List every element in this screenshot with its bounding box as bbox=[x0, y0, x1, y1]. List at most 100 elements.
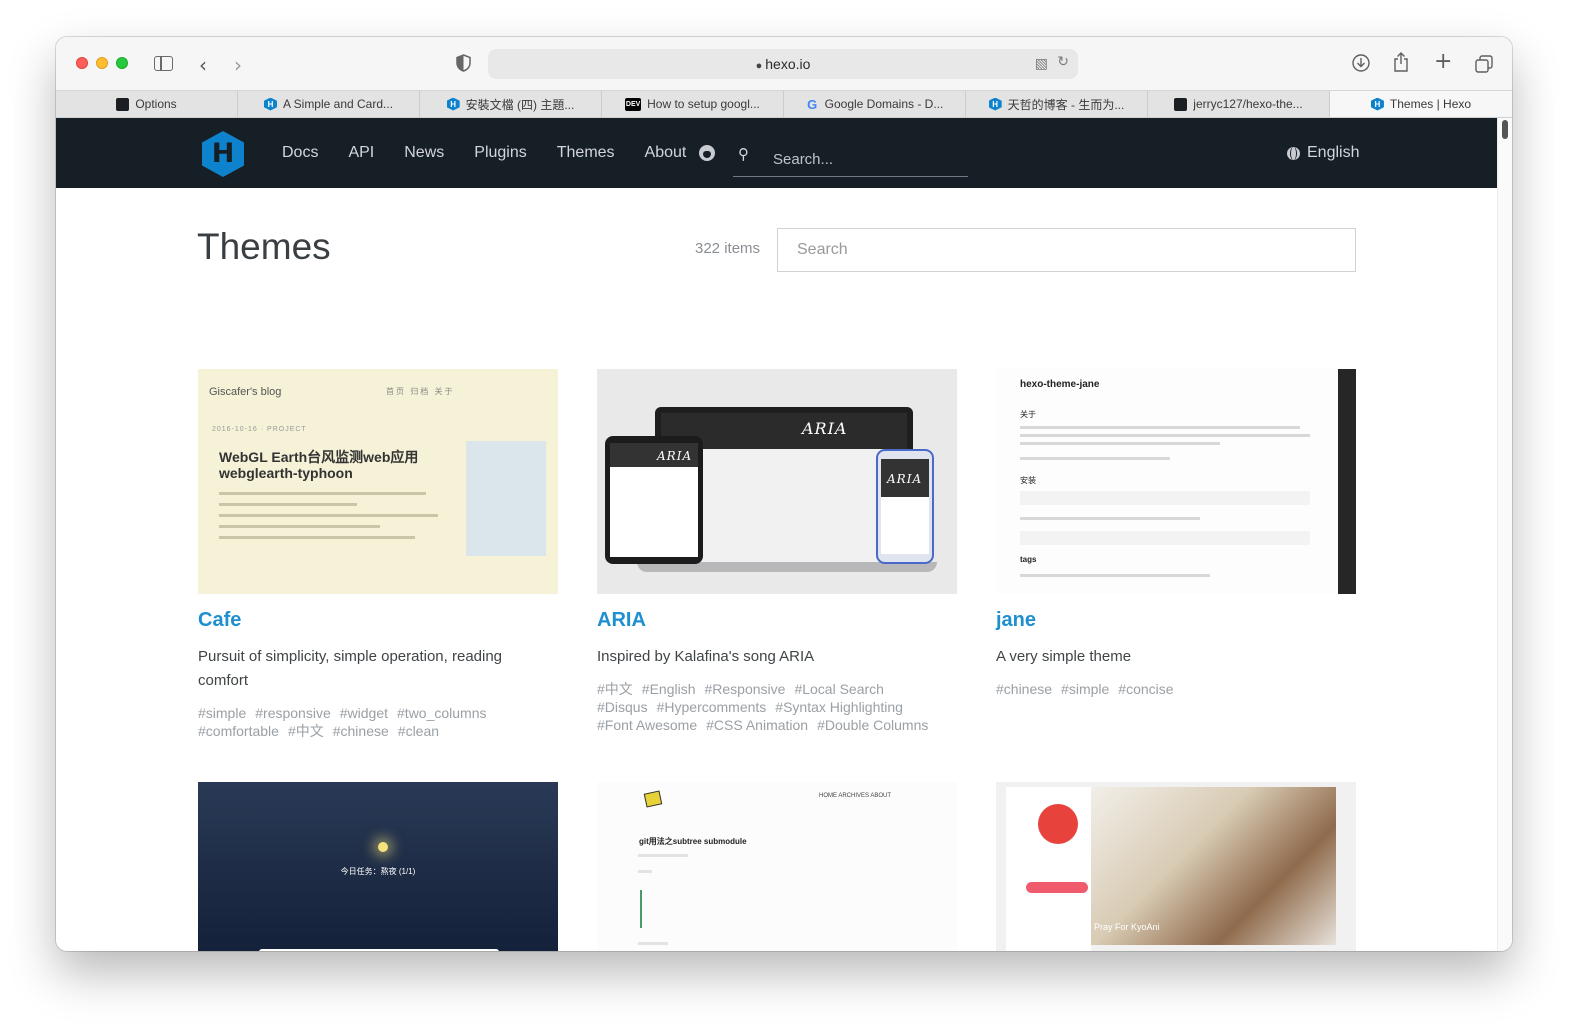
items-count: 322 items bbox=[695, 240, 761, 257]
share-icon[interactable] bbox=[1393, 52, 1409, 72]
google-icon: G bbox=[807, 96, 818, 112]
tag[interactable]: #simple bbox=[198, 705, 246, 721]
preview-quote bbox=[640, 890, 900, 928]
tag[interactable]: #two_columns bbox=[397, 705, 487, 721]
theme-preview-image[interactable]: 今日任务：熬夜 (1/1) bbox=[198, 782, 558, 951]
preview-logo: ARIA bbox=[657, 449, 693, 463]
tag[interactable]: #English bbox=[642, 681, 696, 697]
address-bar[interactable]: ● hexo.io ▧ ↻ bbox=[488, 49, 1078, 79]
tab-label: Themes | Hexo bbox=[1389, 97, 1472, 111]
preview-text: 今日任务：熬夜 (1/1) bbox=[340, 867, 416, 876]
tag[interactable]: #chinese bbox=[333, 723, 389, 739]
theme-description: A very simple theme bbox=[996, 648, 1132, 665]
main-nav: Docs API News Plugins Themes About bbox=[282, 144, 716, 162]
hexo-icon: H bbox=[263, 97, 277, 111]
theme-name[interactable]: jane bbox=[996, 609, 1356, 632]
tag[interactable]: #clean bbox=[398, 723, 439, 739]
tag[interactable]: #simple bbox=[1061, 681, 1109, 697]
nav-plugins[interactable]: Plugins bbox=[474, 144, 526, 162]
tag[interactable]: #Disqus bbox=[597, 699, 648, 715]
tag[interactable]: #Syntax Highlighting bbox=[775, 699, 903, 715]
preview-post-title: WebGL Earth台风监测web应用 webglearth-typhoon bbox=[219, 449, 419, 481]
theme-preview-image[interactable]: hexo-theme-jane 关于 安装 tags bbox=[996, 369, 1356, 594]
header-search-input[interactable] bbox=[773, 148, 963, 170]
nav-themes[interactable]: Themes bbox=[557, 144, 615, 162]
reload-icon[interactable]: ↻ bbox=[1057, 54, 1069, 70]
tab-options[interactable]: Options bbox=[56, 91, 238, 117]
sidebar-toggle-icon[interactable] bbox=[154, 56, 173, 71]
theme-tags: #中文 #English #Responsive #Local Search #Dis… bbox=[597, 680, 942, 734]
nav-docs[interactable]: Docs bbox=[282, 144, 318, 162]
lock-icon: ● bbox=[755, 60, 763, 72]
tag[interactable]: #chinese bbox=[996, 681, 1052, 697]
preview-section: tags bbox=[1020, 555, 1037, 564]
tag[interactable]: #responsive bbox=[255, 705, 331, 721]
downloads-icon[interactable] bbox=[1352, 54, 1370, 72]
nav-news[interactable]: News bbox=[404, 144, 444, 162]
theme-preview-image[interactable]: ARIA ARIA ARIA bbox=[597, 369, 957, 594]
tag[interactable]: #Double Columns bbox=[817, 717, 928, 733]
theme-card-aria: ARIA ARIA ARIA ARIA Inspired by Kalafina… bbox=[597, 369, 957, 734]
tab-install-docs[interactable]: H 安裝文檔 (四) 主題... bbox=[420, 91, 602, 117]
tag[interactable]: #widget bbox=[340, 705, 388, 721]
tab-google-domains[interactable]: G Google Domains - D... bbox=[784, 91, 966, 117]
page-content: H Docs API News Plugins Themes About ⚲ E… bbox=[56, 118, 1512, 951]
tab-setup-google[interactable]: DEV How to setup googl... bbox=[602, 91, 784, 117]
preview-phone bbox=[876, 449, 934, 564]
preview-avatar bbox=[1038, 804, 1078, 844]
language-selector[interactable]: English bbox=[1287, 144, 1359, 162]
tag[interactable]: #Local Search bbox=[794, 681, 884, 697]
tab-tianzhe-blog[interactable]: H 天哲的博客 - 生而为... bbox=[966, 91, 1148, 117]
hexo-logo[interactable]: H bbox=[202, 131, 244, 177]
scrollbar[interactable] bbox=[1497, 118, 1512, 951]
preview-caption: Pray For KyoAni bbox=[1094, 922, 1160, 932]
theme-preview-image[interactable]: Giscafer's blog 首页 归档 关于 2016-10-16 · PR… bbox=[198, 369, 558, 594]
preview-blog-title: Giscafer's blog bbox=[209, 386, 282, 398]
tab-simple-and-card[interactable]: H A Simple and Card... bbox=[238, 91, 420, 117]
theme-preview-image[interactable]: Pray For KyoAni bbox=[996, 782, 1356, 951]
page-title: Themes bbox=[197, 226, 331, 267]
theme-card-jane: hexo-theme-jane 关于 安装 tags jane A very s… bbox=[996, 369, 1356, 698]
hexo-icon: H bbox=[1370, 97, 1384, 111]
theme-name[interactable]: Cafe bbox=[198, 609, 558, 632]
tab-label: How to setup googl... bbox=[647, 97, 760, 111]
close-window-button[interactable] bbox=[76, 57, 88, 69]
preview-post-card bbox=[259, 949, 499, 951]
tag[interactable]: #中文 bbox=[288, 723, 324, 739]
maximize-window-button[interactable] bbox=[116, 57, 128, 69]
theme-card-cafe: Giscafer's blog 首页 归档 关于 2016-10-16 · PR… bbox=[198, 369, 558, 740]
theme-preview-image[interactable]: HOME ARCHIVES ABOUT git用法之subtree submod… bbox=[597, 782, 957, 951]
theme-name[interactable]: ARIA bbox=[597, 609, 957, 632]
tab-themes-hexo[interactable]: H Themes | Hexo bbox=[1330, 91, 1512, 117]
privacy-shield-icon[interactable] bbox=[456, 54, 471, 72]
scrollbar-thumb[interactable] bbox=[1502, 120, 1508, 139]
preview-blog-title: hexo-theme-jane bbox=[1020, 379, 1100, 390]
tag[interactable]: #comfortable bbox=[198, 723, 279, 739]
nav-api[interactable]: API bbox=[348, 144, 374, 162]
preview-logo: ARIA bbox=[887, 472, 923, 486]
theme-tags: #chinese #simple #concise bbox=[996, 680, 1341, 698]
tag[interactable]: #Responsive bbox=[705, 681, 786, 697]
preview-logo bbox=[643, 790, 663, 808]
tag[interactable]: #Hypercomments bbox=[657, 699, 767, 715]
forward-arrow-icon[interactable]: › bbox=[234, 53, 242, 77]
theme-search-input[interactable] bbox=[777, 228, 1356, 272]
tab-jerryc127[interactable]: jerryc127/hexo-the... bbox=[1148, 91, 1330, 117]
back-arrow-icon[interactable]: ‹ bbox=[199, 53, 207, 77]
minimize-window-button[interactable] bbox=[96, 57, 108, 69]
tag[interactable]: #concise bbox=[1118, 681, 1173, 697]
preview-date: 2016-10-16 · PROJECT bbox=[212, 426, 307, 433]
tab-overview-icon[interactable] bbox=[1475, 55, 1493, 73]
translate-icon[interactable]: ▧ bbox=[1035, 55, 1048, 72]
theme-card-4: 今日任务：熬夜 (1/1) bbox=[198, 782, 558, 951]
new-tab-icon[interactable]: + bbox=[1434, 51, 1452, 73]
tag[interactable]: #CSS Animation bbox=[706, 717, 808, 733]
preview-sidebar bbox=[1338, 369, 1356, 594]
github-icon[interactable] bbox=[699, 145, 715, 161]
tab-label: jerryc127/hexo-the... bbox=[1193, 97, 1303, 111]
tag[interactable]: #中文 bbox=[597, 681, 633, 697]
tag[interactable]: #Font Awesome bbox=[597, 717, 697, 733]
theme-description: Inspired by Kalafina's song ARIA bbox=[597, 648, 815, 665]
nav-about[interactable]: About bbox=[645, 144, 687, 162]
preview-sidebar bbox=[466, 441, 546, 556]
